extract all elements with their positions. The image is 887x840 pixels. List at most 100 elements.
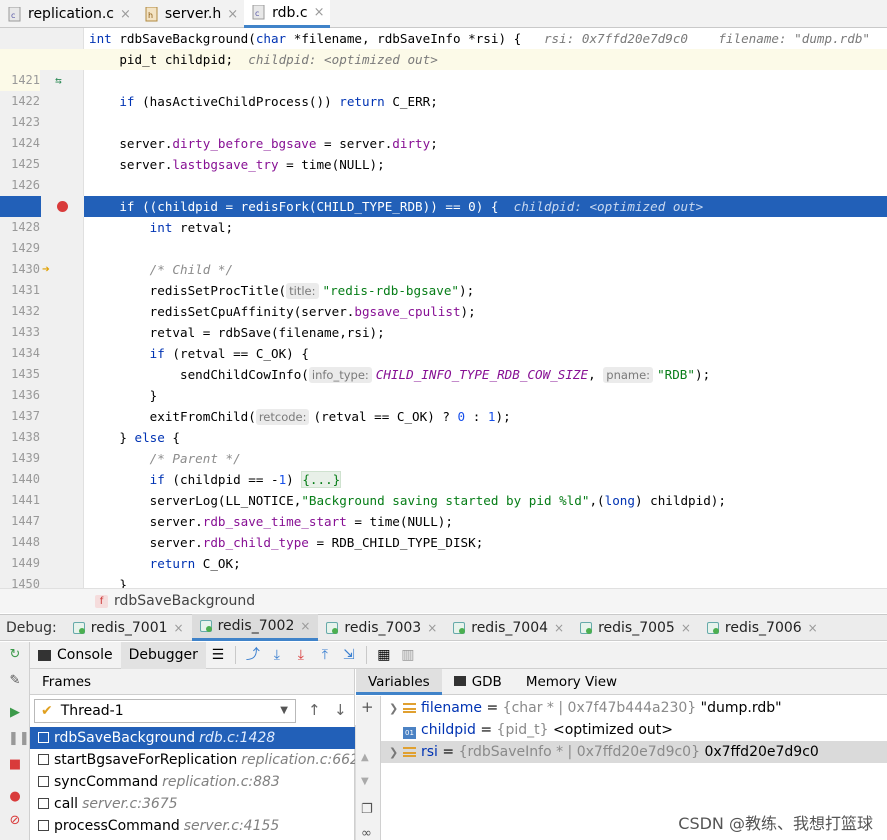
variable-row[interactable]: ❯ filename = {char * | 0x7f47b444a230} "d… — [381, 697, 887, 719]
breadcrumb-function[interactable]: rdbSaveBackground — [114, 593, 255, 609]
code-line[interactable]: 1429 int retval; — [0, 217, 887, 255]
console-tab[interactable]: Console — [30, 642, 121, 669]
breadcrumb[interactable]: f rdbSaveBackground — [0, 588, 887, 613]
debug-session-tab[interactable]: redis_7001 × — [65, 614, 192, 641]
wrench-icon[interactable]: ✎ — [8, 674, 22, 688]
code-line[interactable]: 1431 /* Child */ — [0, 259, 887, 297]
code-line[interactable]: 1420 ⇆ int rdbSaveBackground(char *filen… — [0, 28, 887, 87]
copy-icon[interactable]: ❐ — [361, 802, 373, 817]
close-icon[interactable]: × — [554, 621, 564, 635]
run-to-cursor-icon[interactable]: ⇲ — [337, 645, 361, 665]
code-line[interactable]: 1451 } — [0, 574, 887, 588]
debug-session-tab[interactable]: redis_7005 × — [572, 614, 699, 641]
glasses-icon[interactable]: ∞ — [361, 826, 372, 840]
current-execution-line[interactable]: 1428 ➔ if ((childpid = redisFork(CHILD_T… — [0, 196, 887, 277]
stack-frame[interactable]: syncCommand replication.c:883 — [30, 771, 355, 793]
variables-tabs: Variables GDB Memory View — [356, 668, 887, 695]
step-out-icon[interactable]: ⤒ — [313, 645, 337, 665]
variable-row[interactable]: 01 childpid = {pid_t} <optimized out> — [381, 719, 887, 741]
code-line[interactable]: 1426 server.lastbgsave_try = time(NULL); — [0, 154, 887, 192]
code-line[interactable]: 1436 sendChildCowInfo(info_type: CHILD_IN… — [0, 364, 887, 402]
code-line[interactable]: 1439 } else { — [0, 427, 887, 465]
evaluate-expression-icon[interactable]: ▦ — [372, 645, 396, 665]
rerun-icon[interactable]: ↻ — [8, 648, 22, 662]
session-label: redis_7006 — [724, 619, 802, 636]
code-line[interactable]: 1449 server.rdb_child_type = RDB_CHILD_T… — [0, 532, 887, 570]
step-into-icon[interactable]: ⤓ — [289, 645, 313, 665]
breakpoint-icon[interactable] — [57, 201, 68, 212]
code-line[interactable]: 1438 exitFromChild(retcode: (retval == C_… — [0, 406, 887, 444]
show-execution-point-icon[interactable]: ⤴ — [241, 645, 265, 665]
debug-session-bar: Debug: redis_7001 × redis_7002 × redis_700… — [0, 614, 887, 641]
folded-code-block[interactable]: {...} — [301, 471, 342, 488]
scroll-down-icon[interactable]: ▼ — [361, 776, 369, 787]
code-line[interactable]: 1432 redisSetProcTitle(title: "redis-rdb-… — [0, 280, 887, 318]
view-breakpoints-icon[interactable]: ● — [8, 790, 22, 804]
code-line[interactable]: 1447 serverLog(LL_NOTICE,"Background sav… — [0, 490, 887, 528]
close-icon[interactable]: × — [300, 619, 310, 633]
tab-replication-c[interactable]: c replication.c × — [0, 0, 137, 28]
menu-icon[interactable]: ☰ — [206, 645, 230, 665]
variable-type: {pid_t} — [496, 722, 549, 738]
run-config-icon — [453, 621, 466, 634]
expand-icon[interactable]: ❯ — [389, 742, 403, 764]
scroll-up-icon[interactable]: ▲ — [361, 752, 369, 763]
resume-icon[interactable]: ▶ — [8, 706, 22, 720]
debugger-tab[interactable]: Debugger — [120, 641, 206, 669]
code-line[interactable]: 1440 /* Parent */ — [0, 448, 887, 486]
code-line[interactable]: 1427 — [0, 175, 887, 213]
code-line[interactable]: 1430 — [0, 238, 887, 276]
code-line[interactable]: 1423 if (hasActiveChildProcess()) return… — [0, 91, 887, 129]
tab-gdb[interactable]: GDB — [442, 669, 514, 695]
code-line[interactable]: 1435 if (retval == C_OK) { — [0, 343, 887, 381]
step-over-icon[interactable]: ⤓ — [265, 645, 289, 665]
frame-icon — [38, 798, 49, 809]
code-line[interactable]: 1448 server.rdb_save_time_start = time(N… — [0, 511, 887, 549]
pause-icon[interactable]: ❚❚ — [8, 732, 30, 746]
mute-breakpoints-icon[interactable]: ⊘ — [8, 814, 22, 828]
debug-session-tab[interactable]: redis_7002 × — [191, 614, 319, 641]
tab-variables[interactable]: Variables — [356, 668, 442, 695]
tab-rdb-c[interactable]: c rdb.c × — [244, 0, 331, 28]
stack-frame[interactable]: rdbSaveBackground rdb.c:1428 — [30, 727, 355, 749]
layout-icon[interactable]: ▥ — [396, 645, 420, 665]
close-icon[interactable]: × — [314, 5, 325, 20]
arrow-down-icon[interactable]: ↓ — [334, 701, 347, 719]
add-watch-icon[interactable]: + — [361, 698, 374, 716]
c-file-icon: c — [8, 6, 22, 22]
code-line[interactable]: 1421 pid_t childpid; childpid: <optimize… — [0, 49, 887, 91]
svg-text:h: h — [148, 11, 153, 20]
code-line[interactable]: 1441 if (childpid == -1) {...} — [0, 469, 887, 507]
code-line[interactable]: 1422 — [0, 70, 887, 108]
code-line[interactable]: 1424 — [0, 112, 887, 150]
debug-session-tab[interactable]: redis_7004 × — [445, 614, 572, 641]
thread-selector[interactable]: ✔ Thread-1 ▼ — [34, 699, 296, 723]
console-icon — [453, 675, 466, 686]
code-editor[interactable]: 1420 ⇆ int rdbSaveBackground(char *filen… — [0, 28, 887, 588]
code-line[interactable]: 1434 retval = rdbSave(filename,rsi); — [0, 322, 887, 360]
code-line[interactable]: 1425 server.dirty_before_bgsave = server… — [0, 133, 887, 171]
close-icon[interactable]: × — [427, 621, 437, 635]
variable-row[interactable]: ❯ rsi = {rdbSaveInfo * | 0x7ffd20e7d9c0} … — [381, 741, 887, 763]
debug-session-tab[interactable]: redis_7003 × — [318, 614, 445, 641]
stop-icon[interactable]: ■ — [8, 758, 22, 772]
close-icon[interactable]: × — [681, 621, 691, 635]
code-line[interactable]: 1433 redisSetCpuAffinity(server.bgsave_c… — [0, 301, 887, 339]
code-line[interactable]: 1437 } — [0, 385, 887, 423]
variables-toolbar: + ▲ ▼ ❐ ∞ — [356, 696, 381, 840]
stack-frame[interactable]: call server.c:3675 — [30, 793, 355, 815]
close-icon[interactable]: × — [227, 7, 238, 22]
arrow-up-icon[interactable]: ↑ — [308, 701, 321, 719]
stack-frame[interactable]: processCommand server.c:4155 — [30, 815, 355, 837]
tab-server-h[interactable]: h server.h × — [137, 0, 244, 28]
code-line[interactable]: 1450 return C_OK; — [0, 553, 887, 588]
debug-session-tab[interactable]: redis_7006 × — [699, 614, 826, 641]
stack-frame[interactable]: startBgsaveForReplication replication.c:6… — [30, 749, 355, 771]
svg-text:c: c — [11, 11, 15, 20]
tab-memory-view[interactable]: Memory View — [514, 669, 629, 695]
close-icon[interactable]: × — [808, 621, 818, 635]
close-icon[interactable]: × — [120, 7, 131, 22]
close-icon[interactable]: × — [174, 621, 184, 635]
run-config-icon — [326, 621, 339, 634]
expand-icon[interactable]: ❯ — [389, 698, 403, 720]
